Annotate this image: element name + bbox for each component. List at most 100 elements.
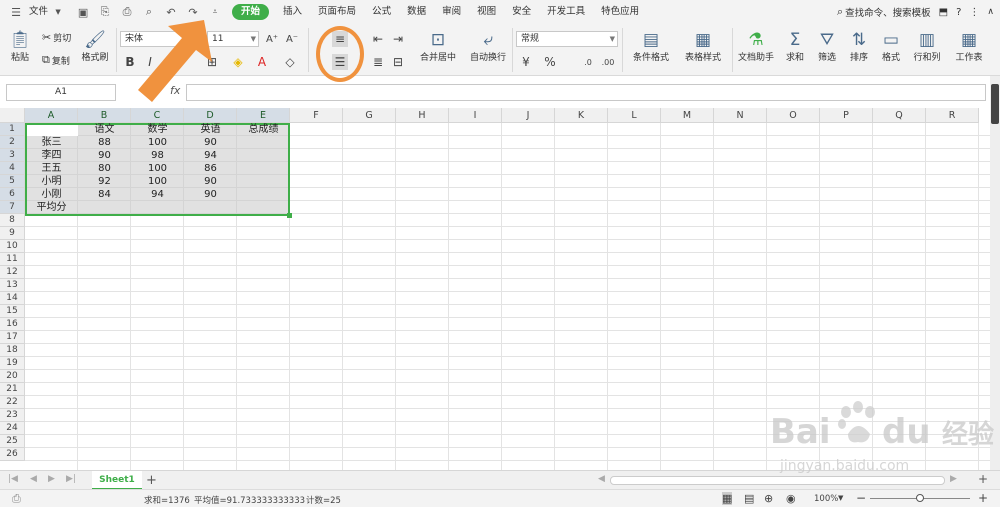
score-cell[interactable]: 86 bbox=[184, 162, 237, 175]
column-header-q[interactable]: Q bbox=[873, 108, 926, 123]
score-cell[interactable]: 90 bbox=[78, 149, 131, 162]
column-header-g[interactable]: G bbox=[343, 108, 396, 123]
column-header-l[interactable]: L bbox=[608, 108, 661, 123]
score-cell[interactable]: 100 bbox=[131, 136, 184, 149]
column-header-d[interactable]: D bbox=[184, 108, 237, 123]
header-cell[interactable]: 语文 bbox=[78, 123, 131, 136]
currency-icon[interactable]: ¥ bbox=[518, 54, 534, 70]
cut-button[interactable]: ✂ 剪切 bbox=[42, 31, 71, 44]
row-header-17[interactable]: 17 bbox=[0, 331, 25, 344]
score-cell[interactable]: 100 bbox=[131, 162, 184, 175]
tab-home[interactable]: 开始 bbox=[232, 4, 270, 20]
header-cell[interactable]: 数学 bbox=[131, 123, 184, 136]
next-sheet-icon[interactable]: ▶ bbox=[48, 474, 55, 484]
scroll-left-icon[interactable]: ◀ bbox=[598, 474, 605, 484]
indent-decrease-icon[interactable]: ⇤ bbox=[370, 31, 386, 47]
chevron-down-icon[interactable]: ▼ bbox=[50, 4, 66, 20]
sum-button[interactable]: Σ 求和 bbox=[782, 30, 808, 63]
zoom-in-icon[interactable]: + bbox=[978, 491, 988, 505]
score-cell[interactable]: 100 bbox=[131, 175, 184, 188]
column-header-p[interactable]: P bbox=[820, 108, 873, 123]
indent-increase-icon[interactable]: ⇥ bbox=[390, 31, 406, 47]
clear-format-icon[interactable]: ◇ bbox=[282, 54, 298, 70]
score-cell[interactable]: 94 bbox=[131, 188, 184, 201]
score-cell[interactable]: 84 bbox=[78, 188, 131, 201]
score-cell[interactable]: 98 bbox=[131, 149, 184, 162]
row-header-3[interactable]: 3 bbox=[0, 149, 25, 162]
row-header-13[interactable]: 13 bbox=[0, 279, 25, 292]
header-cell[interactable]: 英语 bbox=[184, 123, 237, 136]
column-header-b[interactable]: B bbox=[78, 108, 131, 123]
distributed-icon[interactable]: ⊟ bbox=[390, 54, 406, 70]
column-header-a[interactable]: A bbox=[25, 108, 78, 123]
name-cell[interactable]: 王五 bbox=[25, 162, 78, 175]
tab-security[interactable]: 安全 bbox=[504, 0, 539, 24]
row-header-25[interactable]: 25 bbox=[0, 435, 25, 448]
score-cell[interactable]: 92 bbox=[78, 175, 131, 188]
reading-mode-icon[interactable]: ◉ bbox=[786, 492, 796, 505]
score-cell[interactable]: 94 bbox=[184, 149, 237, 162]
column-header-h[interactable]: H bbox=[396, 108, 449, 123]
column-header-k[interactable]: K bbox=[555, 108, 608, 123]
scrollbar-thumb[interactable] bbox=[991, 84, 999, 124]
active-cell[interactable] bbox=[27, 125, 78, 136]
zoom-out-icon[interactable]: − bbox=[856, 491, 866, 505]
print-preview-icon[interactable]: ⌕ bbox=[141, 4, 157, 20]
page-layout-view-icon[interactable]: ▤ bbox=[744, 492, 754, 505]
column-header-j[interactable]: J bbox=[502, 108, 555, 123]
tab-view[interactable]: 视图 bbox=[469, 0, 504, 24]
score-cell[interactable]: 88 bbox=[78, 136, 131, 149]
worksheet-button[interactable]: ▦ 工作表 bbox=[952, 30, 986, 63]
doc-helper-button[interactable]: ⚗ 文档助手 bbox=[736, 30, 776, 63]
copy-button[interactable]: ⧉ 复制 bbox=[42, 53, 70, 67]
row-header-7[interactable]: 7 bbox=[0, 201, 25, 214]
wrap-text-button[interactable]: ⤶ 自动换行 bbox=[468, 30, 508, 63]
name-cell[interactable]: 小明 bbox=[25, 175, 78, 188]
tab-data[interactable]: 数据 bbox=[399, 0, 434, 24]
column-header-m[interactable]: M bbox=[661, 108, 714, 123]
redo-icon[interactable]: ↷ bbox=[185, 4, 201, 20]
score-cell[interactable]: 90 bbox=[184, 136, 237, 149]
column-header-o[interactable]: O bbox=[767, 108, 820, 123]
last-sheet-icon[interactable]: ▶| bbox=[66, 474, 76, 484]
decrease-font-icon[interactable]: A⁻ bbox=[284, 31, 300, 47]
column-header-c[interactable]: C bbox=[131, 108, 184, 123]
export-icon[interactable]: ⎘ bbox=[97, 4, 113, 20]
add-sheet-button[interactable]: + bbox=[146, 473, 157, 488]
add-column-icon[interactable]: + bbox=[978, 472, 988, 486]
command-search[interactable]: 查找命令、搜索模板 bbox=[845, 5, 931, 19]
tab-special[interactable]: 特色应用 bbox=[593, 0, 647, 24]
row-header-15[interactable]: 15 bbox=[0, 305, 25, 318]
customize-toolbar-icon[interactable]: ⩡ bbox=[207, 4, 223, 20]
font-size-select[interactable]: 11 ▼ bbox=[207, 31, 259, 47]
undo-icon[interactable]: ↶ bbox=[163, 4, 179, 20]
row-header-6[interactable]: 6 bbox=[0, 188, 25, 201]
tab-formulas[interactable]: 公式 bbox=[364, 0, 399, 24]
score-cell[interactable]: 80 bbox=[78, 162, 131, 175]
column-header-f[interactable]: F bbox=[290, 108, 343, 123]
scroll-right-icon[interactable]: ▶ bbox=[950, 474, 957, 484]
print-icon[interactable]: ⎙ bbox=[119, 4, 135, 20]
conditional-format-button[interactable]: ▤ 条件格式 bbox=[626, 30, 676, 63]
row-header-5[interactable]: 5 bbox=[0, 175, 25, 188]
skin-icon[interactable]: ⬒ bbox=[939, 7, 948, 18]
row-header-20[interactable]: 20 bbox=[0, 370, 25, 383]
sort-button[interactable]: ⇅ 排序 bbox=[846, 30, 872, 63]
score-cell[interactable]: 90 bbox=[184, 188, 237, 201]
bold-button[interactable]: B bbox=[122, 54, 138, 70]
row-header-1[interactable]: 1 bbox=[0, 123, 25, 136]
fill-handle[interactable] bbox=[287, 213, 292, 218]
tab-review[interactable]: 审阅 bbox=[434, 0, 469, 24]
fill-color-icon[interactable]: ◈ bbox=[230, 54, 246, 70]
tab-developer[interactable]: 开发工具 bbox=[539, 0, 593, 24]
normal-view-icon[interactable]: ▦ bbox=[722, 492, 733, 505]
increase-font-icon[interactable]: A⁺ bbox=[264, 31, 280, 47]
filter-button[interactable]: ⛛ 筛选 bbox=[814, 30, 840, 63]
merge-center-button[interactable]: ⊡ 合并居中 bbox=[416, 30, 460, 63]
save-icon[interactable]: ▣ bbox=[75, 4, 91, 20]
row-header-16[interactable]: 16 bbox=[0, 318, 25, 331]
collapse-ribbon-icon[interactable]: ∧ bbox=[987, 7, 994, 17]
horizontal-scrollbar[interactable] bbox=[610, 476, 945, 485]
tab-page-layout[interactable]: 页面布局 bbox=[310, 0, 364, 24]
column-header-r[interactable]: R bbox=[926, 108, 979, 123]
